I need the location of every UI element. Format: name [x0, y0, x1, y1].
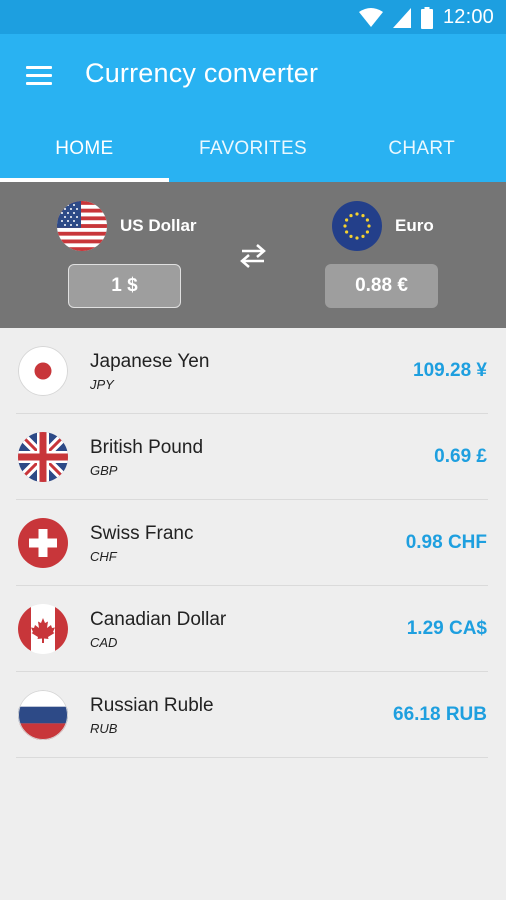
uk-flag-icon — [18, 432, 68, 482]
currency-code: CHF — [90, 549, 117, 564]
currency-value: 66.18 RUB — [393, 704, 487, 725]
swiss-flag-icon — [18, 518, 68, 568]
to-amount-display[interactable]: 0.88 € — [325, 264, 438, 308]
converter-panel: US Dollar 1 $ Euro 0.88 € — [0, 182, 506, 328]
tab-favorites[interactable]: FAVORITES — [169, 130, 338, 182]
tab-bar: HOME FAVORITES CHART — [0, 130, 506, 182]
status-bar: 12:00 — [0, 0, 506, 34]
currency-value: 0.69 £ — [434, 446, 487, 467]
currency-name: Canadian Dollar — [90, 609, 227, 630]
currency-value: 0.98 CHF — [405, 532, 487, 553]
us-flag-icon[interactable] — [57, 201, 107, 251]
app-bar: Currency converter HOME FAVORITES CHART — [0, 34, 506, 182]
from-currency: US Dollar 1 $ — [0, 182, 200, 328]
app-title: Currency converter — [85, 58, 319, 88]
canada-flag-icon — [18, 604, 68, 654]
tab-home[interactable]: HOME — [0, 130, 169, 182]
list-item-cad[interactable]: Canadian Dollar CAD 1.29 CA$ — [0, 586, 506, 672]
list-item-jpy[interactable]: Japanese Yen JPY 109.28 ¥ — [0, 328, 506, 414]
from-currency-name: US Dollar — [120, 216, 197, 235]
russia-flag-icon — [18, 690, 68, 740]
battery-icon — [420, 6, 433, 29]
currency-value: 109.28 ¥ — [413, 360, 487, 381]
list-item-gbp[interactable]: British Pound GBP 0.69 £ — [0, 414, 506, 500]
to-currency: Euro 0.88 € — [260, 182, 460, 328]
currency-name: Russian Ruble — [90, 695, 214, 716]
currency-list: Japanese Yen JPY 109.28 ¥ British Pound … — [0, 328, 506, 758]
currency-value: 1.29 CA$ — [406, 618, 487, 639]
currency-code: CAD — [90, 635, 118, 650]
signal-icon — [392, 7, 411, 28]
currency-code: GBP — [90, 463, 118, 478]
wifi-icon — [358, 7, 383, 27]
menu-button[interactable] — [24, 62, 54, 88]
from-amount-input[interactable]: 1 $ — [68, 264, 181, 308]
list-item-chf[interactable]: Swiss Franc CHF 0.98 CHF — [0, 500, 506, 586]
list-item-rub[interactable]: Russian Ruble RUB 66.18 RUB — [0, 672, 506, 758]
status-icons: 12:00 — [358, 6, 494, 29]
currency-code: JPY — [90, 377, 114, 392]
eu-flag-icon[interactable] — [332, 201, 382, 251]
currency-name: Japanese Yen — [90, 351, 210, 372]
to-currency-name: Euro — [395, 216, 434, 235]
status-time: 12:00 — [442, 6, 494, 28]
currency-name: British Pound — [90, 437, 204, 458]
currency-code: RUB — [90, 721, 118, 736]
tab-chart[interactable]: CHART — [337, 130, 506, 182]
japan-flag-icon — [18, 346, 68, 396]
menu-icon — [26, 66, 52, 69]
divider — [16, 757, 488, 758]
currency-name: Swiss Franc — [90, 523, 194, 544]
